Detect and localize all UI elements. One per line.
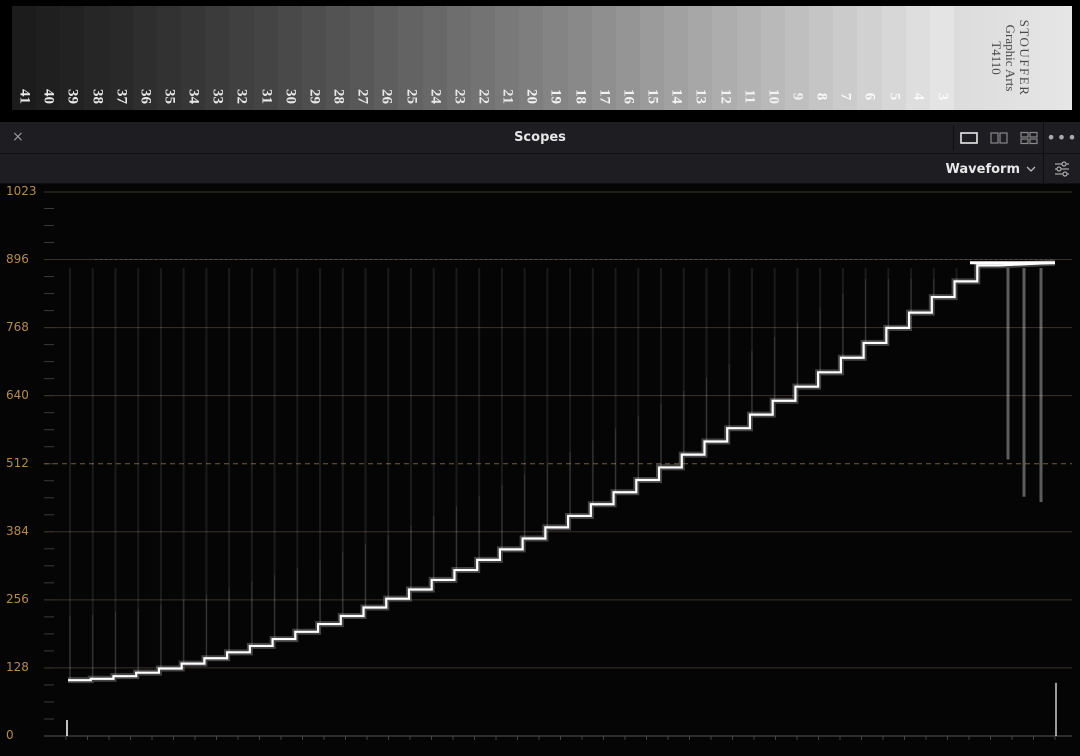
wedge-step-label: 15 [644, 89, 661, 104]
wedge-step-label: 8 [813, 92, 830, 101]
wedge-step-label: 34 [185, 89, 202, 104]
wedge-step-label: 12 [717, 89, 734, 104]
y-axis-label: 128 [6, 659, 29, 674]
wedge-step-label: 5 [886, 92, 903, 101]
scope-settings-button[interactable] [1043, 154, 1080, 183]
wedge-step-label: 31 [258, 89, 275, 104]
scope-type-dropdown[interactable]: Waveform [946, 159, 1036, 179]
dual-view-icon [990, 131, 1008, 144]
y-axis-label: 640 [6, 387, 29, 402]
wedge-step-label: 21 [499, 89, 516, 104]
wedge-step-label: 37 [113, 89, 130, 104]
wedge-step-label: 20 [523, 89, 540, 104]
dual-view-button[interactable] [984, 125, 1014, 150]
wedge-step-label: 35 [161, 89, 178, 104]
panel-titlebar: × Scopes ••• [0, 122, 1080, 154]
wedge-step-label: 7 [837, 92, 854, 101]
y-axis-label: 512 [6, 455, 29, 470]
more-options-button[interactable]: ••• [1043, 122, 1080, 153]
brand-line: T4110 [989, 41, 1004, 75]
wedge-step-label: 28 [330, 89, 347, 104]
wedge-step-label: 3 [934, 92, 951, 101]
waveform-scope: 1023 896 768 640 512 384 256 128 0 [0, 184, 1080, 756]
scopes-panel: × Scopes ••• Waveform 1023 896 768 640 5… [0, 122, 1080, 756]
more-icon: ••• [1046, 128, 1078, 147]
wedge-step-label: 40 [40, 89, 57, 104]
wedge-step-label: 33 [209, 89, 226, 104]
brand-label: STOUFFER Graphic Arts T4110 [989, 19, 1032, 97]
wedge-step-label: 13 [692, 89, 709, 104]
step-wedge: 41 40 39 38 37 36 35 34 33 32 31 30 29 28 27 26 25 24 23 22… [12, 6, 1072, 110]
wedge-step-label: 4 [910, 92, 927, 101]
quad-view-button[interactable] [1014, 125, 1044, 150]
chevron-down-icon [1026, 166, 1036, 172]
wedge-step-label: 36 [137, 89, 154, 104]
wedge-step-label: 38 [89, 89, 106, 104]
y-axis-label: 768 [6, 319, 29, 334]
wedge-step-label: 41 [16, 89, 33, 104]
panel-title: Scopes [514, 130, 566, 145]
single-view-icon [960, 131, 978, 144]
brand-line: Graphic Arts [1003, 24, 1018, 92]
wedge-step-label: 9 [789, 92, 806, 101]
wedge-step-label: 24 [427, 89, 444, 104]
wedge-step-label: 23 [451, 89, 468, 104]
y-axis-label: 896 [6, 251, 29, 266]
wedge-step-label: 30 [282, 89, 299, 104]
single-view-button[interactable] [954, 125, 984, 150]
waveform-glow [68, 259, 1056, 684]
brand-line: STOUFFER [1017, 19, 1032, 97]
wedge-step-label: 11 [741, 89, 758, 104]
wedge-step-label: 39 [64, 89, 81, 104]
wedge-step-label: 27 [354, 89, 371, 104]
y-axis-label: 384 [6, 523, 29, 538]
wedge-step-label: 25 [403, 89, 420, 104]
wedge-step-label: 29 [306, 89, 323, 104]
wedge-step-label: 19 [547, 89, 564, 104]
view-layout-group [953, 125, 1044, 150]
y-axis-label: 256 [6, 591, 29, 606]
wedge-step-label: 10 [765, 89, 782, 104]
wedge-step-label: 32 [233, 89, 250, 104]
waveform-graph [44, 191, 1072, 740]
scope-type-label: Waveform [945, 161, 1020, 177]
wedge-step-label: 17 [596, 89, 613, 104]
quad-view-icon [1020, 131, 1038, 144]
step-wedge-strip: 41 40 39 38 37 36 35 34 33 32 31 30 29 28 27 26 25 24 23 22… [0, 0, 1080, 122]
wedge-step-label: 22 [475, 89, 492, 104]
scope-toolbar: Waveform [0, 154, 1080, 184]
wedge-step-label: 6 [861, 92, 878, 101]
wedge-step-label: 26 [378, 89, 395, 104]
sliders-icon [1055, 160, 1069, 177]
wedge-step-label: 16 [620, 89, 637, 104]
y-axis-label: 1023 [6, 184, 37, 198]
wedge-step-label: 14 [668, 89, 685, 104]
wedge-step-label: 18 [572, 89, 589, 104]
y-axis-label: 0 [6, 728, 14, 742]
